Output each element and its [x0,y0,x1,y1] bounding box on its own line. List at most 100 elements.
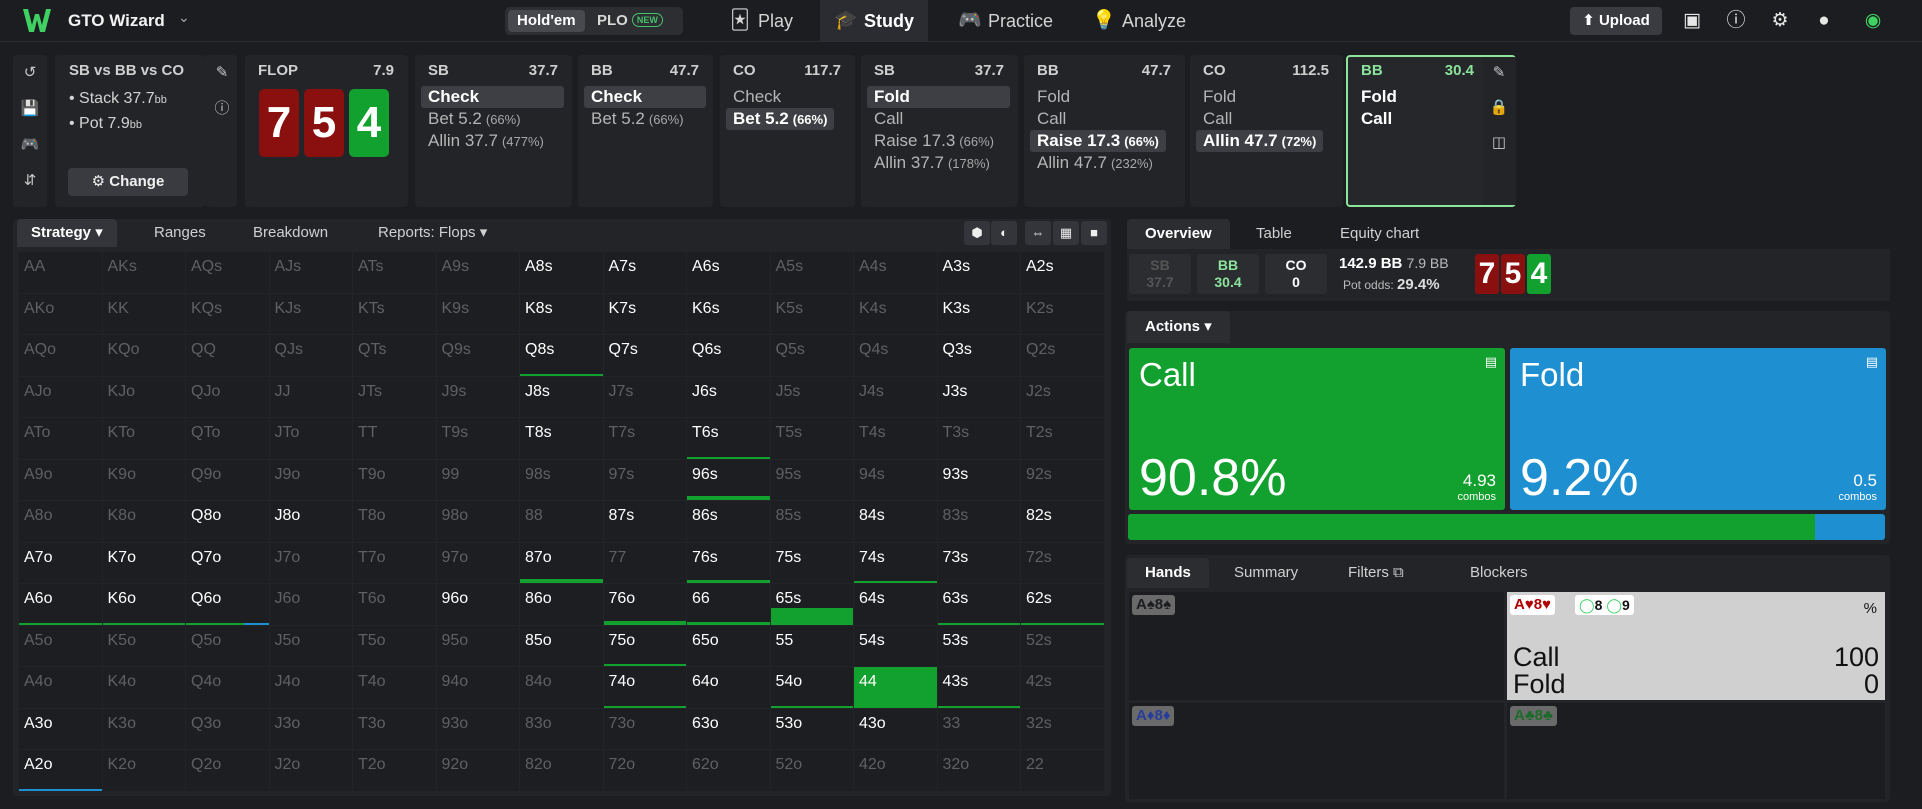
hand-cell[interactable]: T6s [687,418,770,459]
tab-strategy[interactable]: Strategy ▾ [17,219,117,247]
hand-cell[interactable]: Q3s [937,335,1020,376]
hand-cell[interactable]: K5s [770,293,853,334]
actions-dropdown[interactable]: Actions ▾ [1127,311,1230,343]
hand-cell[interactable]: K8s [520,293,603,334]
hand-cell[interactable]: Q9s [436,335,519,376]
hand-cell[interactable]: 94s [854,459,937,500]
hand-cell[interactable]: J2o [269,750,352,791]
hand-cell[interactable]: Q6s [687,335,770,376]
hand-cell[interactable]: KJs [269,293,352,334]
gamepad-icon[interactable]: 🎮 [13,135,47,153]
hand-cell[interactable]: A5o [19,625,102,666]
nav-study[interactable]: 🎓 Study [820,0,929,42]
hand-cell[interactable]: 88 [520,501,603,542]
hand-cell[interactable]: QJs [269,335,352,376]
player-box-bb[interactable]: BB 30.4 [1197,254,1259,294]
hand-cell[interactable]: QJo [186,376,269,417]
hand-cell[interactable]: KK [102,293,185,334]
collapse-icon[interactable]: ⇔ [1025,221,1051,245]
hand-cell[interactable]: K8o [102,501,185,542]
hand-cell[interactable]: T7o [353,542,436,583]
hand-cell[interactable]: 42o [854,750,937,791]
hand-cell[interactable]: Q6o [186,584,269,625]
hand-cell[interactable]: 64s [854,584,937,625]
plo-toggle[interactable]: PLO NEW [588,10,672,32]
hand-cell[interactable]: 66 [687,584,770,625]
square-icon[interactable]: ■ [1081,221,1107,245]
hand-cell[interactable]: 52s [1021,625,1104,666]
node-action[interactable]: Allin 47.7 (72%) [1196,130,1324,152]
hand-cell[interactable]: AKo [19,293,102,334]
hand-cell[interactable]: A8s [520,252,603,293]
node-action[interactable]: Check [584,86,706,108]
hand-cell[interactable]: K5o [102,625,185,666]
hand-cell[interactable]: 75s [770,542,853,583]
gto-wizard-logo-icon[interactable] [22,8,52,34]
hand-cell[interactable]: J9o [269,459,352,500]
hand-cell[interactable]: 64o [687,667,770,708]
hand-cell[interactable]: K3s [937,293,1020,334]
hand-cell[interactable]: 85o [520,625,603,666]
node-action[interactable]: Raise 17.3 (66%) [1030,130,1166,152]
hand-cell[interactable]: 93s [937,459,1020,500]
hand-cell[interactable]: AJs [269,252,352,293]
hand-cell[interactable]: Q8o [186,501,269,542]
hand-cell[interactable]: J4s [854,376,937,417]
hand-cell[interactable]: A5s [770,252,853,293]
hand-cell[interactable]: 98s [520,459,603,500]
hand-cell[interactable]: AQo [19,335,102,376]
hand-cell[interactable]: A9o [19,459,102,500]
hand-cell[interactable]: K9s [436,293,519,334]
hand-cell[interactable]: 87o [520,542,603,583]
nav-analyze[interactable]: 💡 Analyze [1078,0,1200,42]
hand-combo-cell-selected[interactable]: A♥8♥ ◯8 ◯9 % Call 100 Fold 0 [1507,592,1885,700]
nav-play[interactable]: 🃏 Play [714,0,807,42]
hand-cell[interactable]: K7s [603,293,686,334]
hand-cell[interactable]: AJo [19,376,102,417]
hand-cell[interactable]: QTo [186,418,269,459]
node-action[interactable]: Call [1354,108,1399,130]
node-action[interactable]: Fold [1196,86,1243,108]
help-icon[interactable]: ⓘ [1723,8,1749,34]
tab-hands[interactable]: Hands [1127,558,1209,588]
tab-breakdown[interactable]: Breakdown [239,219,342,247]
action-card-fold[interactable]: Fold ▤ 9.2% 0.5 combos [1510,348,1886,510]
node-bb-current[interactable]: BB 30.4 Fold Call ✎ 🔒 ◫ [1346,55,1516,207]
hand-cell[interactable]: AKs [102,252,185,293]
hand-cell[interactable]: Q4o [186,667,269,708]
pencil-icon[interactable]: ✎ [1482,63,1516,81]
hand-cell[interactable]: 65o [687,625,770,666]
hand-cell[interactable]: 98o [436,501,519,542]
hand-cell[interactable]: T4o [353,667,436,708]
hand-cell[interactable]: KTs [353,293,436,334]
hand-cell[interactable]: 94o [436,667,519,708]
node-action[interactable]: Check [421,86,564,108]
hand-cell[interactable]: 86o [520,584,603,625]
hand-cell[interactable]: 75o [603,625,686,666]
hand-cell[interactable]: JJ [269,376,352,417]
hand-cell[interactable]: T3s [937,418,1020,459]
hand-cell[interactable]: 99 [436,459,519,500]
node-action[interactable]: Check [726,86,788,108]
node-action[interactable]: Fold [1030,86,1077,108]
node-action[interactable]: Allin 47.7 (232%) [1030,152,1160,174]
hand-cell[interactable]: K2o [102,750,185,791]
hand-cell[interactable]: 95s [770,459,853,500]
node-action[interactable]: Call [867,108,910,130]
hand-cell[interactable]: 87s [603,501,686,542]
hand-cell[interactable]: 53o [770,708,853,749]
hand-cell[interactable]: KQs [186,293,269,334]
hand-cell[interactable]: J5s [770,376,853,417]
upload-button[interactable]: ⬆ Upload [1570,7,1662,35]
action-card-call[interactable]: Call ▤ 90.8% 4.93 combos [1129,348,1505,510]
hand-cell[interactable]: 43s [937,667,1020,708]
grid-icon[interactable]: ▦ [1053,221,1079,245]
hand-cell[interactable]: Q2o [186,750,269,791]
hand-cell[interactable]: 83o [520,708,603,749]
hand-cell[interactable]: KQo [102,335,185,376]
hand-cell[interactable]: 96o [436,584,519,625]
node-bb-1[interactable]: BB 47.7 Check Bet 5.2 (66%) [578,55,713,207]
hand-cell[interactable]: 96s [687,459,770,500]
hand-cell[interactable]: 33 [937,708,1020,749]
fit-height-icon[interactable]: ⇵ [13,171,47,189]
